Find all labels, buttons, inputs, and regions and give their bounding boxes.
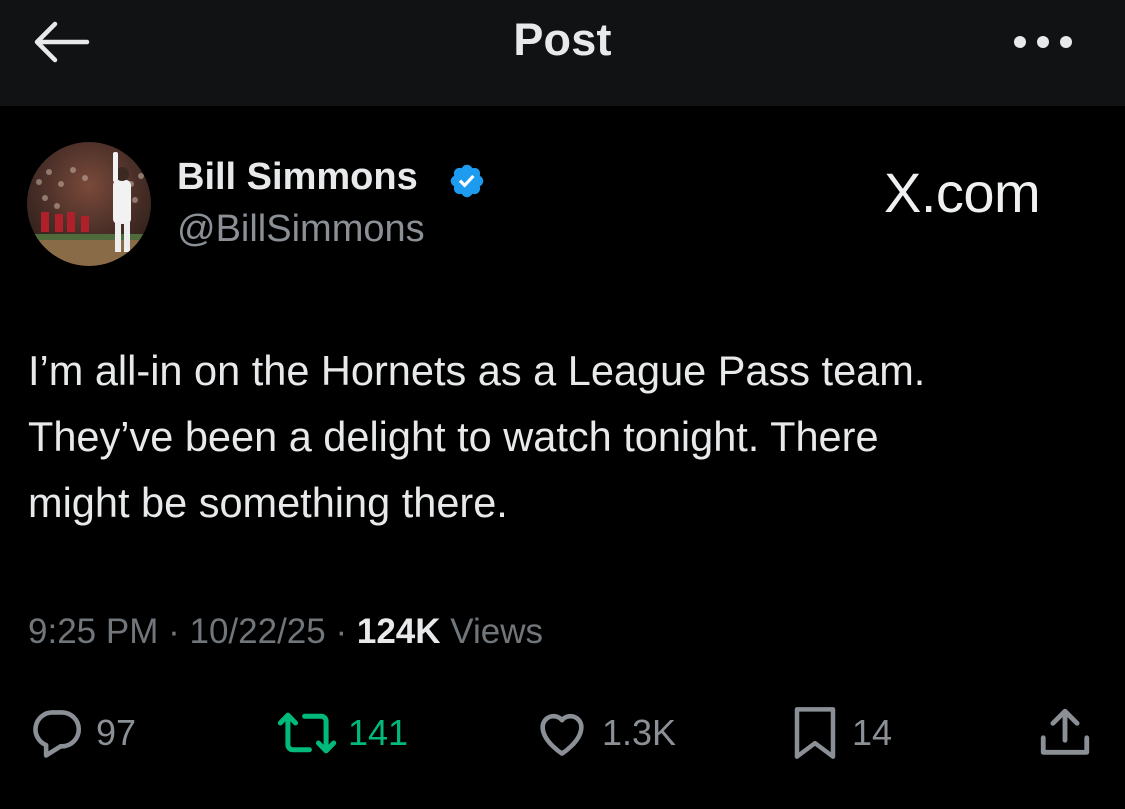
tweet-date[interactable]: 10/22/25 (189, 612, 325, 651)
bookmark-button[interactable]: 14 (788, 702, 892, 764)
more-dots-icon (1014, 36, 1072, 48)
bookmark-count: 14 (852, 712, 893, 753)
page-title: Post (513, 14, 612, 65)
views-count: 124K (356, 612, 441, 651)
avatar[interactable] (27, 142, 151, 266)
views-label: Views (450, 612, 543, 651)
share-upload-icon (1040, 708, 1090, 755)
reply-button[interactable]: 97 (28, 702, 136, 764)
avatar-image (27, 142, 151, 266)
retweet-count: 141 (348, 712, 409, 753)
meta-separator: · (168, 612, 180, 651)
tweet-meta: 9:25 PM · 10/22/25 · 124K Views (28, 612, 543, 652)
author-display-name[interactable]: Bill Simmons (177, 156, 418, 199)
bookmark-icon (794, 707, 836, 759)
retweet-icon (277, 712, 337, 754)
meta-separator: · (335, 612, 348, 651)
share-button[interactable] (1036, 702, 1094, 764)
like-button[interactable]: 1.3K (532, 702, 676, 764)
more-button[interactable] (1008, 24, 1078, 60)
post-detail-screen: Post Bill Simmons @BillSimmons X.com I’m… (0, 0, 1125, 809)
retweet-button[interactable]: 141 (276, 702, 408, 764)
author-handle[interactable]: @BillSimmons (177, 208, 425, 251)
reply-bubble-icon (33, 710, 82, 758)
tweet-line: I’m all-in on the Hornets as a League Pa… (28, 347, 926, 394)
xcom-watermark: X.com (884, 161, 1041, 224)
tweet-text: I’m all-in on the Hornets as a League Pa… (28, 338, 1098, 536)
like-count: 1.3K (602, 712, 677, 753)
tweet-line: might be something there. (28, 479, 508, 526)
verified-badge-icon (450, 164, 484, 198)
reply-count: 97 (96, 712, 137, 753)
tweet-time[interactable]: 9:25 PM (28, 612, 158, 651)
tweet-line: They’ve been a delight to watch tonight.… (28, 413, 879, 460)
heart-icon (540, 713, 584, 756)
top-bar: Post (0, 0, 1125, 106)
